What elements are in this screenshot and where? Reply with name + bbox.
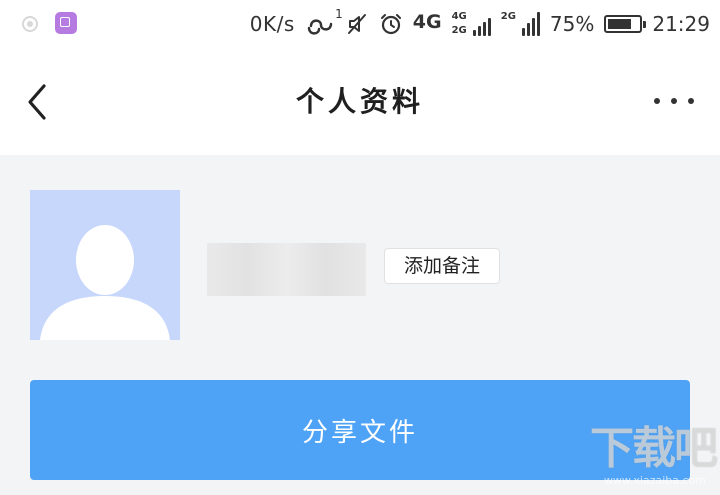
battery-icon [604, 15, 647, 33]
sim1-label-top: 4G [451, 11, 467, 22]
network-type-label: 4G [412, 10, 442, 33]
add-remark-button[interactable]: 添加备注 [384, 248, 500, 284]
more-dot-icon [688, 98, 694, 104]
network-type-icon: 4G [412, 10, 442, 33]
alarm-icon [379, 12, 403, 36]
share-file-button[interactable]: 分享文件 [30, 380, 690, 480]
gallery-icon [55, 12, 77, 34]
loop-icon: 1 [305, 7, 343, 35]
loop-badge: 1 [335, 7, 343, 21]
more-button[interactable] [654, 90, 694, 112]
signal-2-icon: 2G [501, 12, 540, 36]
mute-icon [345, 12, 369, 36]
default-avatar-icon [30, 190, 180, 340]
signal-icon: 4G 2G [452, 12, 491, 36]
username-placeholder [207, 243, 366, 296]
battery-percent: 75% [549, 12, 595, 36]
page-title: 个人资料 [295, 85, 424, 118]
more-dot-icon [654, 98, 660, 104]
status-bar: 0K/s 1 4G 4G 2G 2G 75% 21:29 [0, 0, 720, 50]
battery-fill [608, 19, 632, 29]
status-bar-right: 0K/s 1 4G 4G 2G 2G 75% 21:29 [249, 7, 710, 40]
notification-dot-icon [22, 16, 38, 32]
clock: 21:29 [652, 12, 710, 36]
avatar[interactable] [30, 190, 180, 340]
app-header: 个人资料 [0, 50, 720, 155]
sim2-label: 2G [500, 11, 516, 22]
network-speed: 0K/s [249, 12, 295, 36]
sim1-label-bottom: 2G [451, 25, 467, 36]
more-dot-icon [671, 98, 677, 104]
